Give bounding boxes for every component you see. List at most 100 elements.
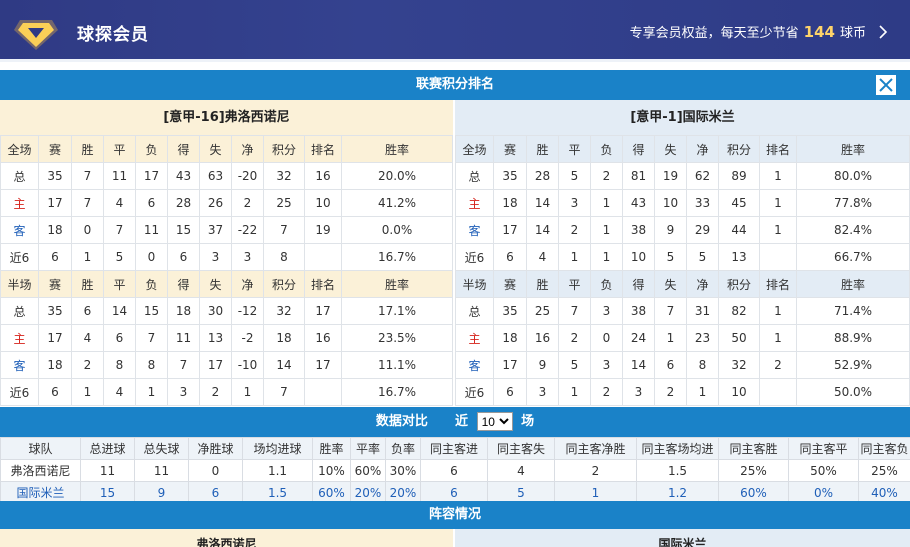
row-label: 主 [455,189,494,217]
table-row: 弗洛西诺尼 11 11 0 1.1 10% 60% 30% 6 4 2 1.5 25% 50% 25% [0,459,910,482]
table-row: 总 35 28 5 2 81 19 62 89 1 80.0% [455,162,910,190]
table-cell: 11 [135,216,168,244]
column-header: 净胜球 [188,437,243,460]
column-header: 同主客进 [420,437,488,460]
close-button[interactable] [876,75,896,95]
table-cell: 17.1% [341,297,453,325]
table-row: 主 18 16 2 0 24 1 23 50 1 88.9% [455,324,910,352]
comparison-header-row: 球队 总进球 总失球 净胜球 场均进球 胜率 平率 负率 同主客进 同主客失 同主客净胜 同主客场均进… [0,437,910,460]
table-cell: 2 [199,378,232,406]
table-cell: 17 [38,324,72,352]
table-cell: 0 [71,216,104,244]
table-cell: 3 [526,378,559,406]
table-cell: 66.7% [796,243,910,271]
row-label: 客 [455,216,494,244]
table-cell: 35 [493,162,527,190]
column-header: 负 [135,135,168,163]
table-cell: 35 [38,297,72,325]
row-label: 总 [455,162,494,190]
table-cell: 23 [686,324,719,352]
table-cell: 18 [263,324,305,352]
table-cell: 3 [590,351,623,379]
table-cell: 20.0% [341,162,453,190]
table-cell: 10% [312,459,351,482]
column-header: 积分 [263,135,305,163]
table-cell: 71.4% [796,297,910,325]
column-header: 同主客净胜 [554,437,637,460]
table-cell: 14 [103,297,136,325]
table-cell: 19 [654,162,687,190]
table-cell: 1 [590,243,623,271]
table-cell: 8 [686,351,719,379]
column-header: 失 [199,135,232,163]
column-header: 半场 [0,270,39,298]
home-standings-table: 全场赛胜平负得失净积分 排名 胜率总 35 7 11 17 43 63 -20 32 16 20.0% 主… [0,135,453,406]
table-cell: 25% [718,459,789,482]
table-cell: 10 [654,189,687,217]
table-cell: 50% [788,459,859,482]
table-cell: 6 [654,351,687,379]
comparison-title: 数据对比 [375,414,428,429]
table-cell: 18 [493,189,527,217]
table-row: 主 18 14 3 1 43 10 33 45 1 77.8% [455,189,910,217]
table-cell: 3 [622,378,655,406]
comparison-table: 球队 总进球 总失球 净胜球 场均进球 胜率 平率 负率 同主客进 同主客失 同主客净胜 同主客场均进… [0,437,910,504]
table-cell: 7 [263,378,305,406]
table-cell: 2 [590,162,623,190]
column-header: 积分 [718,270,760,298]
standings-header: 联赛积分排名 [0,70,910,100]
column-header: 积分 [718,135,760,163]
column-header: 全场 [0,135,39,163]
table-cell: 7 [167,351,200,379]
column-header: 胜 [71,135,104,163]
row-label: 总 [455,297,494,325]
recent-matches-select[interactable]: 10 [476,412,513,431]
table-cell: 5 [654,243,687,271]
close-icon [879,78,893,92]
away-standings-panel: [意甲-1]国际米兰 全场赛胜平负得失净积分 排名 胜率总 35 28 5 2 81 19 62 8… [455,100,910,406]
column-header: 积分 [263,270,305,298]
column-header: 平 [558,135,591,163]
table-cell: 88.9% [796,324,910,352]
table-cell: 4 [71,324,104,352]
row-label: 总 [0,297,39,325]
promo-number: 144 [803,22,835,41]
table-cell: 2 [231,189,264,217]
table-cell: 3 [199,243,232,271]
column-header: 球队 [0,437,81,460]
table-cell: 16 [304,324,342,352]
column-header: 全场 [455,135,494,163]
row-label: 近6 [0,243,39,271]
table-row: 主 17 4 6 7 11 13 -2 18 16 23.5% [0,324,453,352]
table-cell: 4 [103,189,136,217]
member-promo-link[interactable]: 专享会员权益，每天至少节省 144 球币 [630,22,888,41]
table-row: 客 18 2 8 8 7 17 -10 14 17 11.1% [0,351,453,379]
table-cell: 19 [304,216,342,244]
row-label: 主 [0,324,39,352]
column-header: 负率 [385,437,421,460]
table-cell: 11 [134,459,189,482]
column-header: 排名 [304,135,342,163]
member-banner[interactable]: 球探会员 专享会员权益，每天至少节省 144 球币 [0,0,910,62]
column-header: 排名 [759,270,797,298]
table-cell: 17 [493,351,527,379]
table-row: 近6 6 1 4 1 3 2 1 7 16.7% [0,378,453,406]
table-cell: 18 [167,297,200,325]
comparison-header: 数据对比 近 10 场 [0,407,910,437]
table-cell: 28 [167,189,200,217]
column-header: 胜率 [341,135,453,163]
column-header: 半场 [455,270,494,298]
table-cell: 5 [558,351,591,379]
table-row: 总 35 7 11 17 43 63 -20 32 16 20.0% [0,162,453,190]
away-full-header-row: 全场赛胜平负得失净积分 排名 胜率 [455,135,910,163]
table-cell: 14 [263,351,305,379]
lineup-away-team: 国际米兰 [455,529,910,547]
table-cell: 3 [231,243,264,271]
table-cell: 2 [71,351,104,379]
row-label: 客 [0,351,39,379]
table-cell: 1 [71,378,104,406]
table-cell: 50.0% [796,378,910,406]
table-cell: 17 [493,216,527,244]
table-row: 近6 6 4 1 1 10 5 5 13 66.7% [455,243,910,271]
table-cell: 63 [199,162,232,190]
